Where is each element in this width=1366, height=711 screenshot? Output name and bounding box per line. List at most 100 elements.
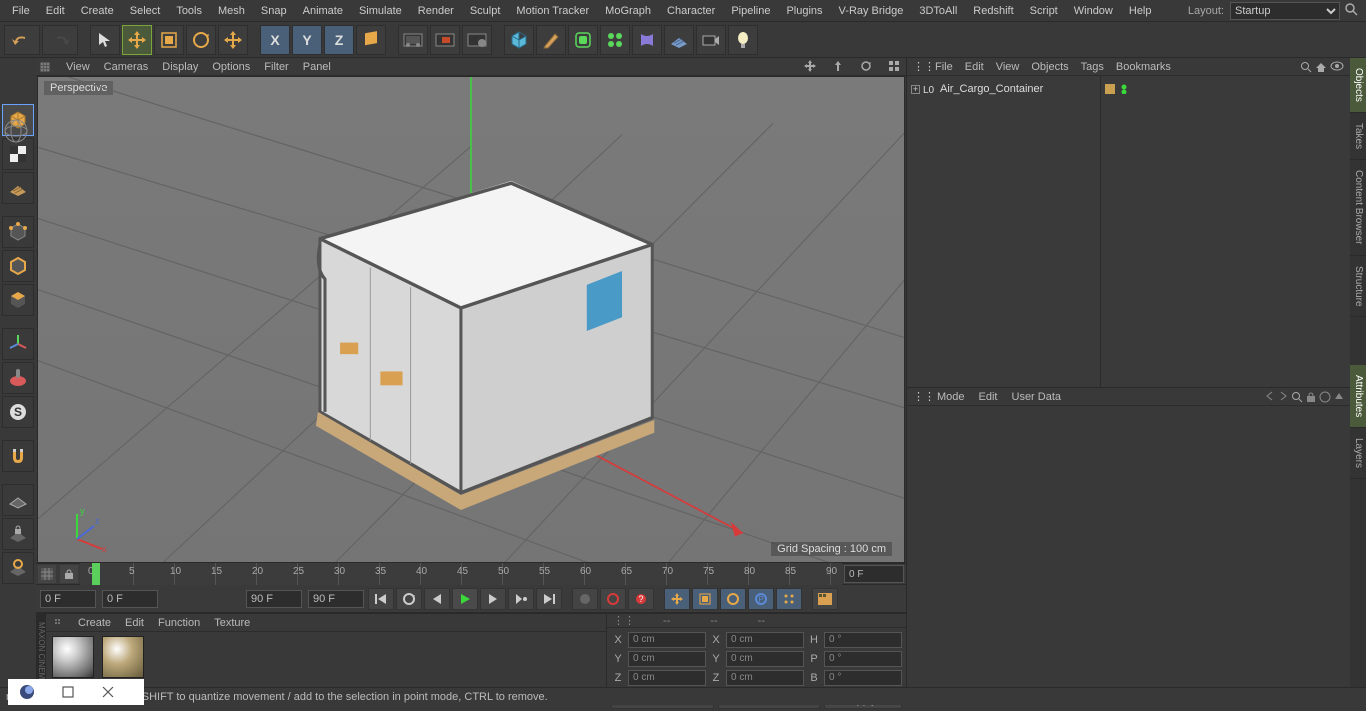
render-settings-button[interactable]	[462, 25, 492, 55]
objmgr-eye-icon[interactable]	[1330, 61, 1344, 73]
goto-end-button[interactable]	[536, 588, 562, 610]
pos-z-input[interactable]: 0 cm	[628, 670, 706, 686]
attribute-manager-body[interactable]	[907, 406, 1350, 705]
object-row[interactable]: + L0 Air_Cargo_Container	[911, 80, 1096, 98]
render-view-button[interactable]	[398, 25, 428, 55]
tab-layers[interactable]: Layers	[1350, 428, 1366, 479]
floor-button[interactable]	[664, 25, 694, 55]
menu-render[interactable]: Render	[410, 2, 462, 20]
coord-system-button[interactable]	[356, 25, 386, 55]
array-button[interactable]	[600, 25, 630, 55]
menu-character[interactable]: Character	[659, 2, 723, 20]
material-menu-function[interactable]: Function	[158, 617, 200, 629]
record-button[interactable]	[572, 588, 598, 610]
frame-range-end-input[interactable]: 90 F	[246, 590, 302, 608]
material-menu-edit[interactable]: Edit	[125, 617, 144, 629]
edge-mode-button[interactable]	[2, 250, 34, 282]
live-select-button[interactable]	[90, 25, 120, 55]
undo-button[interactable]	[4, 25, 40, 55]
menu-script[interactable]: Script	[1022, 2, 1066, 20]
attr-menu-edit[interactable]: Edit	[979, 391, 998, 403]
menu-tools[interactable]: Tools	[168, 2, 210, 20]
axis-mode-button[interactable]	[2, 328, 34, 360]
menu-mograph[interactable]: MoGraph	[597, 2, 659, 20]
viewport-menu-cameras[interactable]: Cameras	[104, 61, 149, 73]
cube-primitive-button[interactable]	[504, 25, 534, 55]
menu-animate[interactable]: Animate	[295, 2, 351, 20]
magnet-button[interactable]	[2, 440, 34, 472]
lock-workplane-button[interactable]	[2, 518, 34, 550]
attr-menu-mode[interactable]: Mode	[937, 391, 965, 403]
viewport-menu-view[interactable]: View	[66, 61, 90, 73]
object-name[interactable]: Air_Cargo_Container	[940, 83, 1043, 95]
objmgr-home-icon[interactable]	[1315, 61, 1327, 73]
menu-pipeline[interactable]: Pipeline	[723, 2, 778, 20]
attr-lock-icon[interactable]	[1306, 391, 1316, 403]
tab-attributes[interactable]: Attributes	[1350, 365, 1366, 428]
viewport-zoom-icon[interactable]	[832, 60, 846, 74]
scale-button[interactable]	[154, 25, 184, 55]
panel-grip-icon[interactable]	[54, 618, 64, 627]
key-rot-button[interactable]	[720, 588, 746, 610]
polygon-mode-button[interactable]	[2, 284, 34, 316]
menu-window[interactable]: Window	[1066, 2, 1121, 20]
axis-widget[interactable]: yxz	[62, 504, 112, 554]
taskbar-close-icon[interactable]	[88, 680, 128, 704]
menu-redshift[interactable]: Redshift	[965, 2, 1021, 20]
frame-range-start-input[interactable]: 0 F	[102, 590, 158, 608]
search-icon[interactable]	[1344, 2, 1362, 20]
panel-grip-icon[interactable]	[40, 62, 52, 72]
viewport-toggle-icon[interactable]	[888, 60, 902, 74]
rot-h-input[interactable]: 0 °	[824, 632, 902, 648]
layout-select[interactable]: Startup	[1230, 2, 1340, 20]
panel-grip-icon[interactable]: ⋮⋮	[913, 60, 923, 73]
attr-back-icon[interactable]	[1265, 391, 1275, 403]
panel-grip-icon[interactable]: ⋮⋮	[613, 614, 623, 627]
prev-frame-button[interactable]	[424, 588, 450, 610]
frame-start-input[interactable]: 0 F	[40, 590, 96, 608]
objmgr-search-icon[interactable]	[1300, 61, 1312, 73]
timeline-window-button[interactable]	[812, 588, 838, 610]
globe-icon[interactable]	[2, 118, 36, 146]
objmgr-menu-view[interactable]: View	[996, 61, 1020, 73]
rotate-button[interactable]	[186, 25, 216, 55]
objmgr-menu-objects[interactable]: Objects	[1031, 61, 1068, 73]
material-menu-create[interactable]: Create	[78, 617, 111, 629]
size-y-input[interactable]: 0 cm	[726, 651, 804, 667]
workplane-button[interactable]	[2, 172, 34, 204]
point-mode-button[interactable]	[2, 216, 34, 248]
render-region-button[interactable]	[430, 25, 460, 55]
timeline-grid-icon[interactable]	[38, 565, 56, 583]
visibility-tag[interactable]	[1119, 84, 1129, 94]
tweak-mode-button[interactable]	[2, 362, 34, 394]
frame-current-input[interactable]: 0 F	[844, 565, 904, 583]
axis-z-button[interactable]: Z	[324, 25, 354, 55]
viewport-menu-panel[interactable]: Panel	[303, 61, 331, 73]
attr-menu-userdata[interactable]: User Data	[1012, 391, 1062, 403]
object-tree[interactable]: + L0 Air_Cargo_Container	[907, 76, 1100, 387]
menu-create[interactable]: Create	[73, 2, 122, 20]
axis-y-button[interactable]: Y	[292, 25, 322, 55]
material-menu-texture[interactable]: Texture	[214, 617, 250, 629]
autokey-button[interactable]	[600, 588, 626, 610]
key-pos-button[interactable]	[664, 588, 690, 610]
layer-tag[interactable]	[1105, 84, 1115, 94]
keyframe-sel-button[interactable]: ?	[628, 588, 654, 610]
key-param-button[interactable]: P	[748, 588, 774, 610]
panel-grip-icon[interactable]: ⋮⋮	[913, 390, 923, 403]
attr-up-icon[interactable]	[1334, 391, 1344, 403]
viewport-menu-options[interactable]: Options	[212, 61, 250, 73]
menu-sculpt[interactable]: Sculpt	[462, 2, 509, 20]
tab-objects[interactable]: Objects	[1350, 58, 1366, 113]
snap-button[interactable]: S	[2, 396, 34, 428]
viewport-menu-display[interactable]: Display	[162, 61, 198, 73]
size-z-input[interactable]: 0 cm	[726, 670, 804, 686]
menu-mesh[interactable]: Mesh	[210, 2, 253, 20]
play-button[interactable]	[452, 588, 478, 610]
menu-3dtoall[interactable]: 3DToAll	[911, 2, 965, 20]
deformer-button[interactable]	[632, 25, 662, 55]
last-tool-button[interactable]	[218, 25, 248, 55]
menu-snap[interactable]: Snap	[253, 2, 295, 20]
tab-takes[interactable]: Takes	[1350, 113, 1366, 160]
objmgr-menu-file[interactable]: File	[935, 61, 953, 73]
